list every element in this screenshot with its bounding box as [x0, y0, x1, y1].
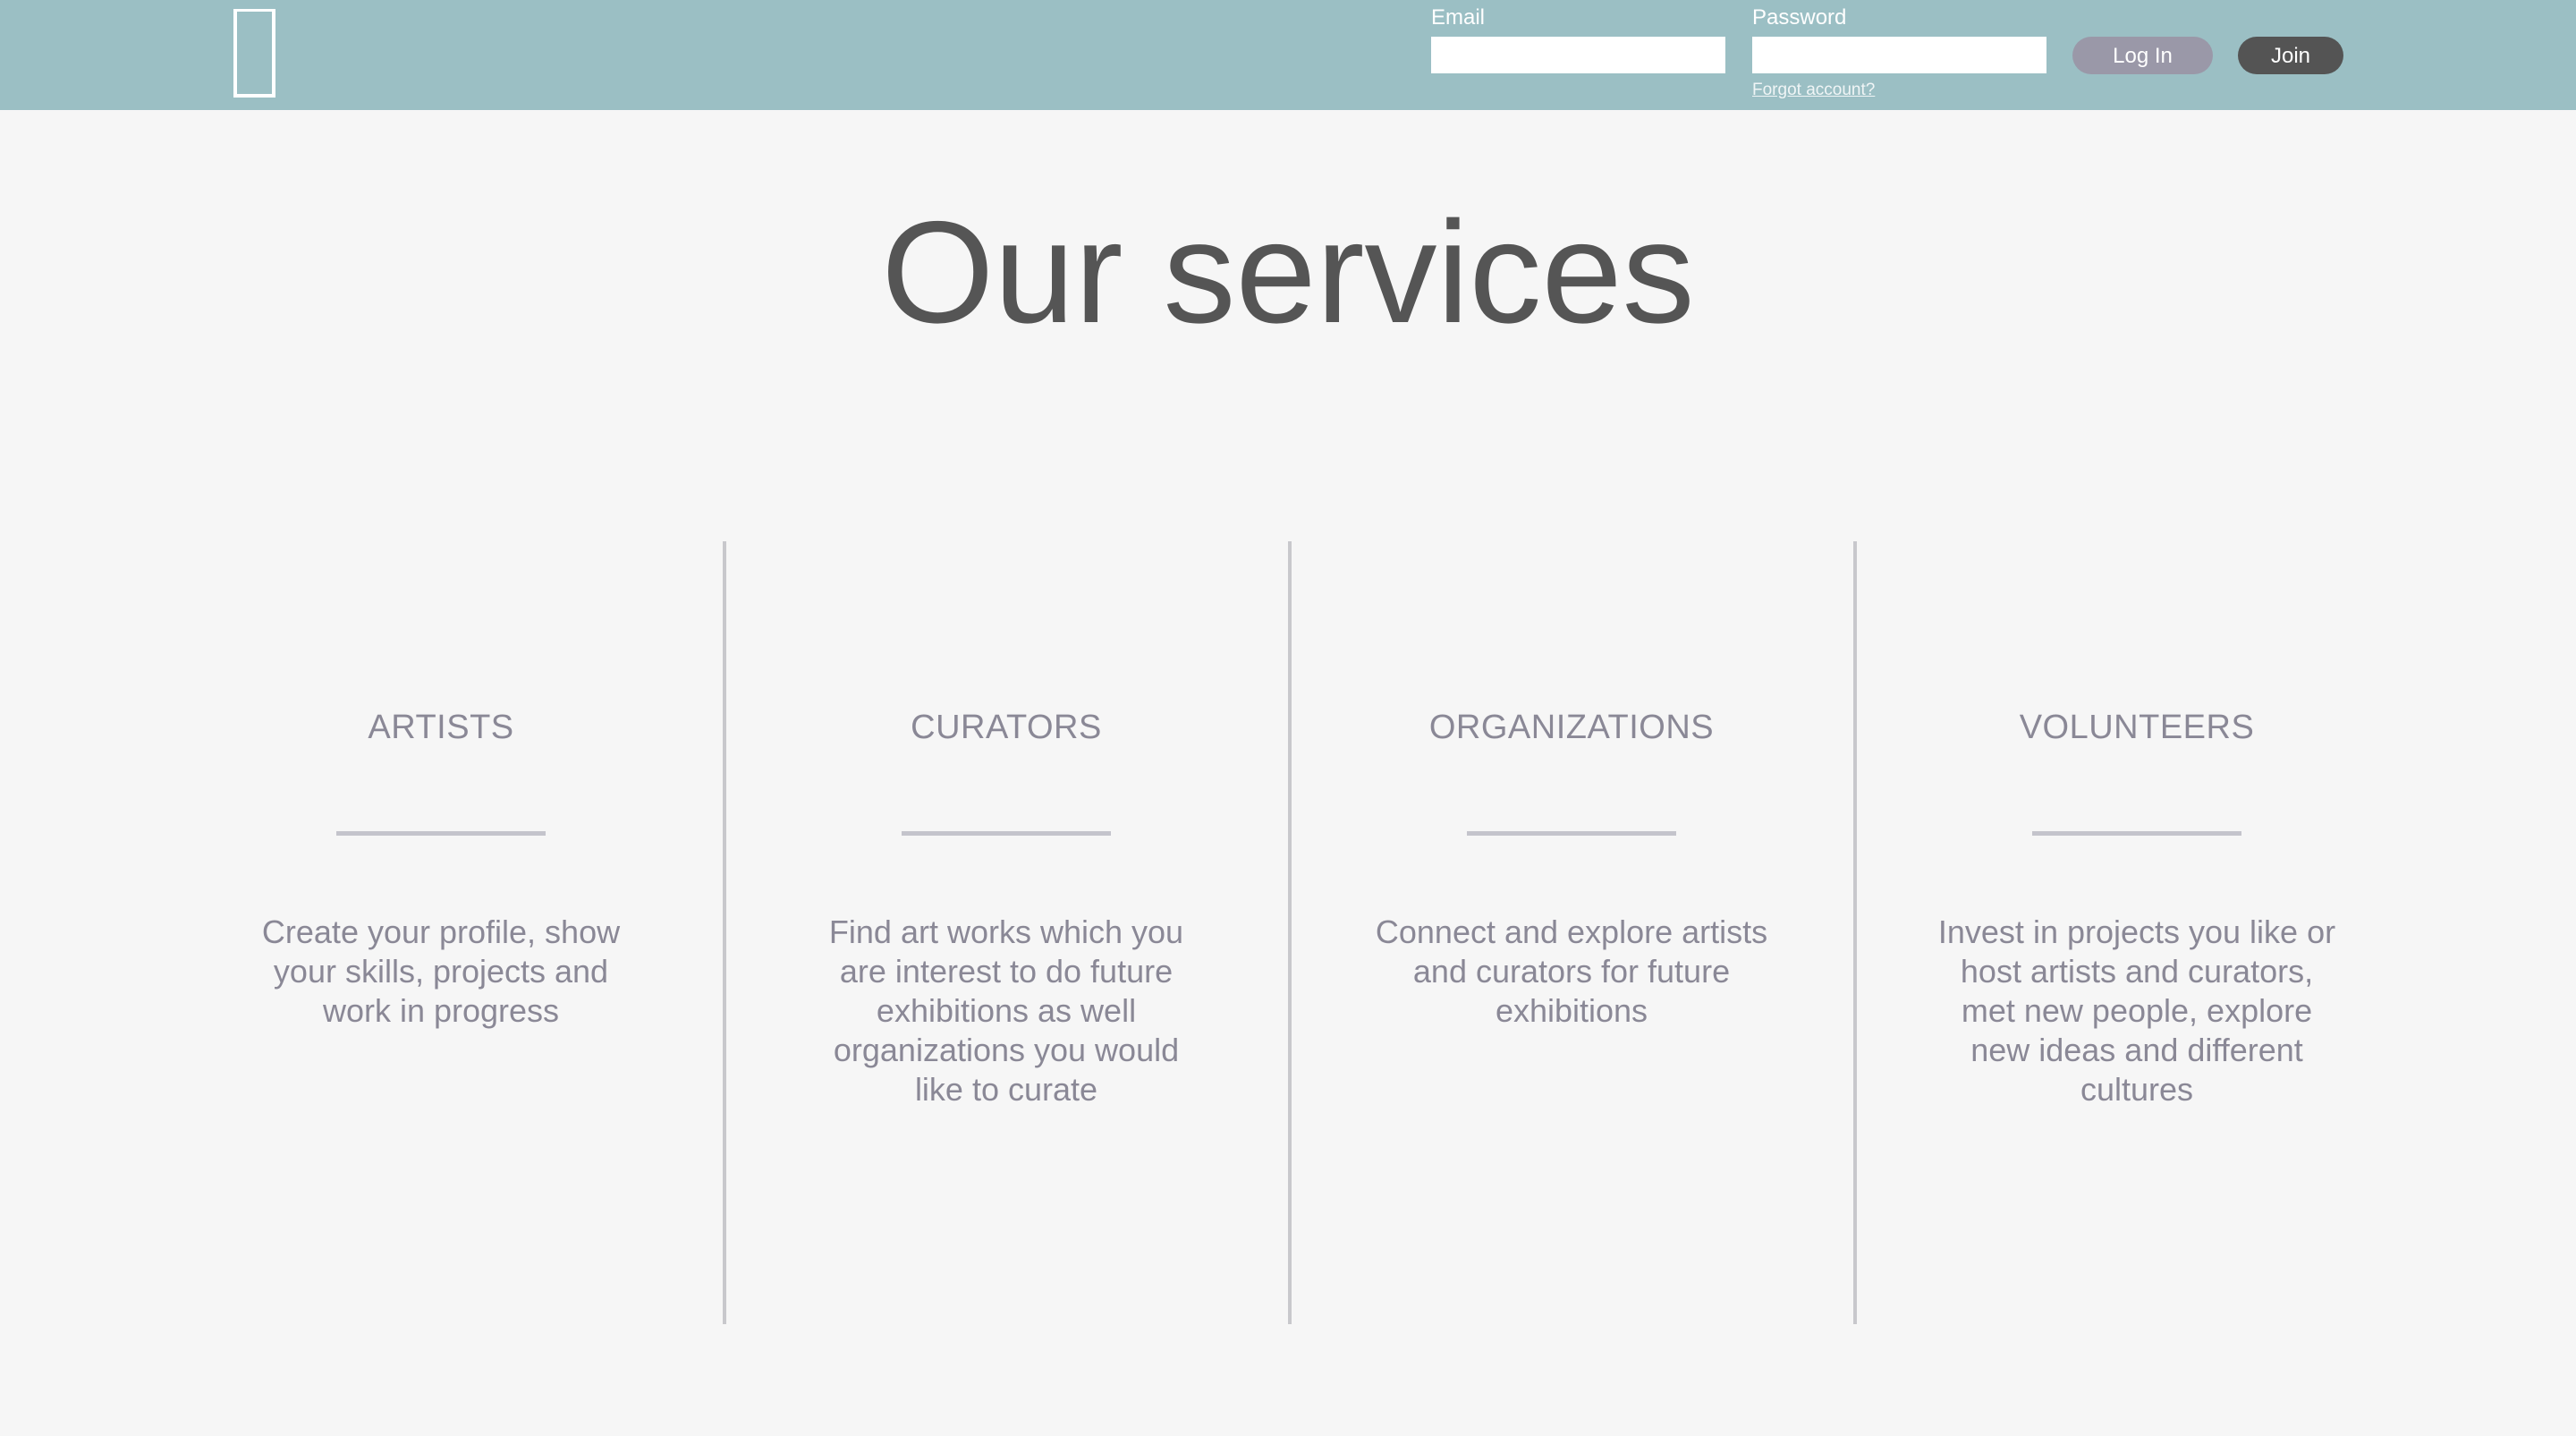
page-title: Our services	[881, 191, 1695, 353]
service-card-artists: ARTISTS Create your profile, show your s…	[159, 707, 723, 1031]
service-heading: VOLUNTEERS	[2019, 709, 2255, 746]
service-description: Create your profile, show your skills, p…	[261, 913, 621, 1029]
email-field[interactable]	[1431, 37, 1725, 73]
heading-underline	[1467, 831, 1676, 836]
service-heading: CURATORS	[911, 709, 1102, 746]
top-bar: Email Password Forgot account? Log In Jo…	[0, 0, 2576, 110]
email-label: Email	[1431, 5, 1486, 30]
logo-icon[interactable]	[233, 9, 275, 98]
service-heading: ORGANIZATIONS	[1428, 709, 1715, 746]
service-card-curators: CURATORS Find art works which you are in…	[724, 707, 1288, 1109]
service-card-volunteers: VOLUNTEERS Invest in projects you like o…	[1855, 707, 2419, 1109]
service-description: Connect and explore artists and curators…	[1375, 913, 1768, 1029]
heading-underline	[336, 831, 546, 836]
service-description: Invest in projects you like or host arti…	[1937, 913, 2336, 1108]
heading-underline	[2032, 831, 2241, 836]
heading-underline	[902, 831, 1111, 836]
service-description: Find art works which you are interest to…	[828, 913, 1184, 1108]
password-label: Password	[1752, 5, 1847, 30]
service-heading: ARTISTS	[368, 709, 514, 746]
login-button[interactable]: Log In	[2072, 37, 2213, 74]
join-button[interactable]: Join	[2238, 37, 2343, 74]
forgot-account-link[interactable]: Forgot account?	[1752, 81, 1875, 100]
service-card-organizations: ORGANIZATIONS Connect and explore artist…	[1290, 707, 1853, 1031]
password-field[interactable]	[1752, 37, 2046, 73]
